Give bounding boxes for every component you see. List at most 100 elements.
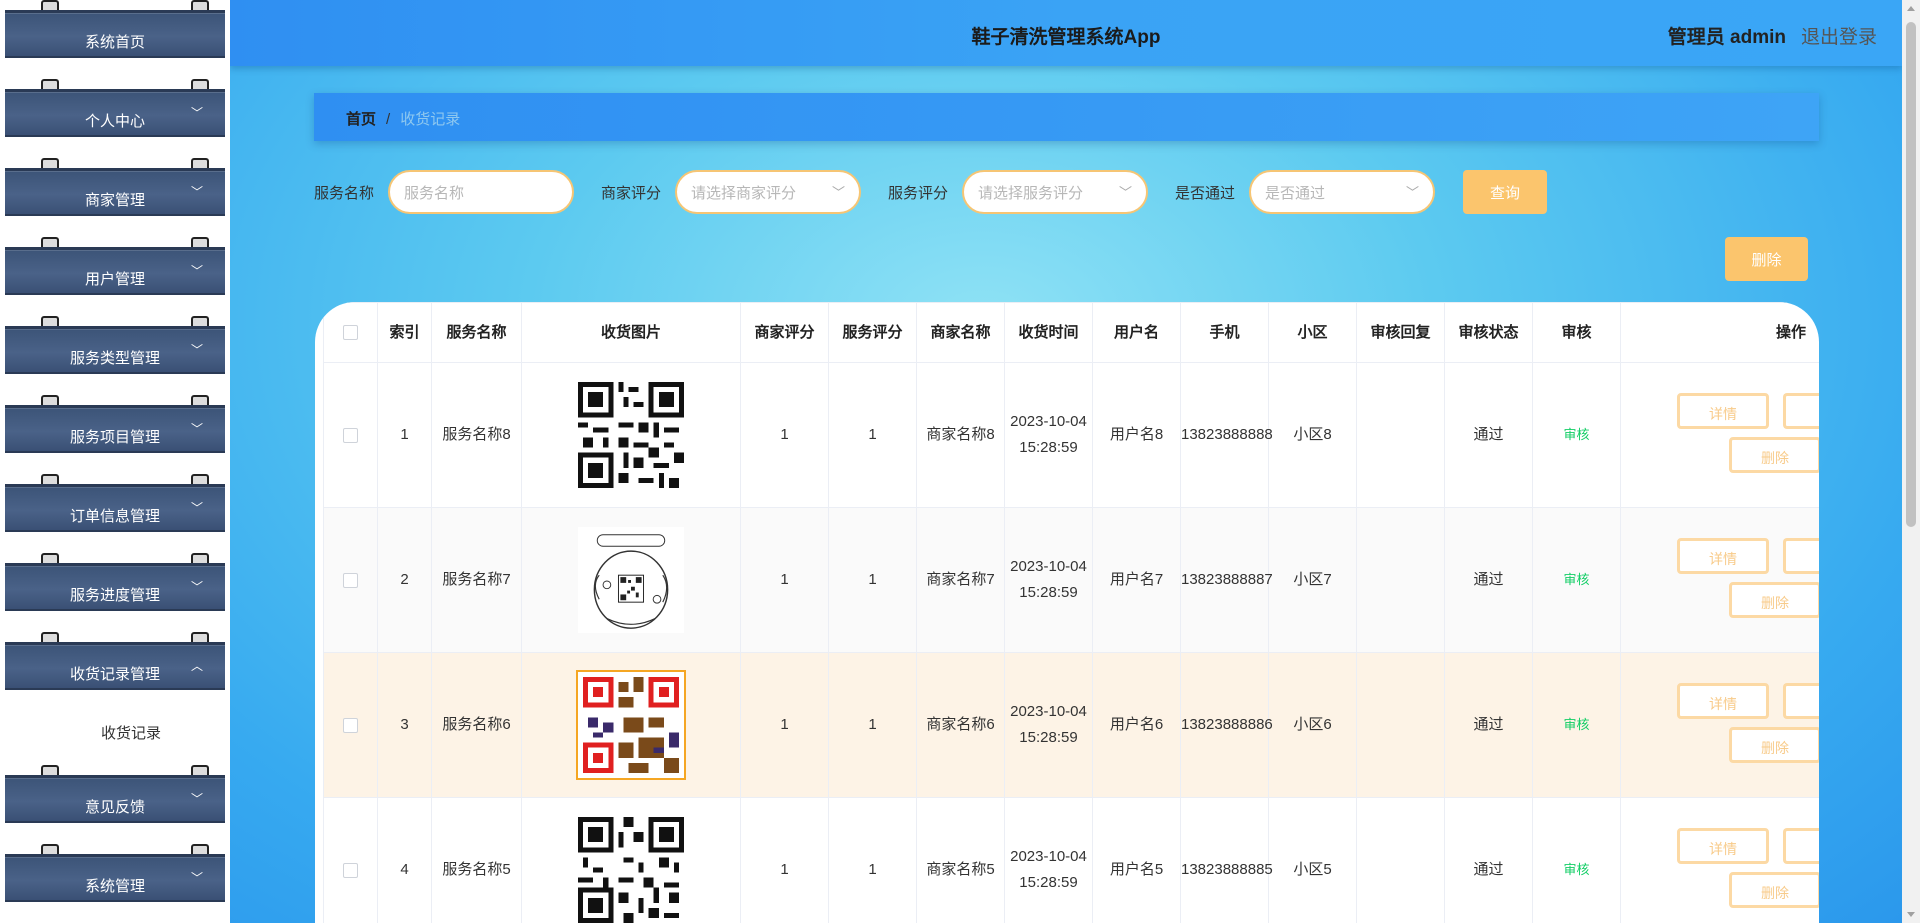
edit-button[interactable] (1783, 683, 1819, 719)
sidebar-item-users[interactable]: 用户管理 ﹀ (5, 237, 225, 297)
sidebar-item-label: 系统首页 (84, 34, 145, 51)
column-header[interactable]: 服务评分 (828, 302, 917, 363)
cell-community: 小区5 (1268, 797, 1357, 923)
table-header-row: 索引 服务名称 收货图片 商家评分 服务评分 商家名称 收货时间 用户名 手机 … (323, 302, 1819, 363)
sidebar-item-receipts[interactable]: 收货记录管理 ︿ (5, 632, 225, 692)
cell-audit: 审核 (1532, 362, 1621, 508)
audit-link[interactable]: 审核 (1563, 572, 1589, 587)
scroll-down-arrow-icon[interactable] (1907, 912, 1915, 917)
detail-button[interactable]: 详情 (1677, 828, 1769, 864)
sidebar-item-service-types[interactable]: 服务类型管理 ﹀ (5, 316, 225, 376)
sidebar-item-merchants[interactable]: 商家管理 ﹀ (5, 158, 225, 218)
row-checkbox[interactable] (343, 427, 358, 443)
edit-button[interactable] (1783, 393, 1819, 429)
cell-phone: 13823888885 (1180, 797, 1273, 923)
sidebar-item-feedback[interactable]: 意见反馈 ﹀ (5, 765, 225, 825)
cell-reply (1356, 797, 1445, 923)
cell-service-rating: 1 (828, 797, 917, 923)
sidebar: 系统首页 个人中心 ﹀ 商家管理 ﹀ 用户管理 ﹀ 服务类型管理 ﹀ 服务项目管理 ﹀ 订… (0, 0, 230, 923)
filter-label-merchant-rating: 商家评分 (601, 185, 662, 202)
colored-qr-icon[interactable] (576, 670, 686, 780)
qr-code-icon[interactable] (578, 382, 684, 488)
select-all-checkbox[interactable] (343, 325, 358, 341)
sidebar-item-home[interactable]: 系统首页 (5, 0, 225, 60)
edit-button[interactable] (1783, 828, 1819, 864)
cell-time: 2023-10-04 15:28:59 (1004, 362, 1093, 508)
column-header[interactable]: 手机 (1180, 302, 1269, 363)
sidebar-item-orders[interactable]: 订单信息管理 ﹀ (5, 474, 225, 534)
illustrated-qr-icon[interactable] (578, 527, 684, 633)
sidebar-item-progress[interactable]: 服务进度管理 ﹀ (5, 553, 225, 613)
detail-button[interactable]: 详情 (1677, 538, 1769, 574)
delete-button[interactable]: 删除 (1729, 727, 1819, 763)
service-name-input[interactable]: 服务名称 (388, 170, 574, 214)
filter-label-service-rating: 服务评分 (888, 185, 949, 202)
column-header[interactable]: 审核 (1532, 302, 1621, 363)
column-header[interactable]: 小区 (1268, 302, 1357, 363)
delete-button[interactable]: 删除 (1729, 582, 1819, 618)
filter-label-service-name: 服务名称 (314, 185, 375, 202)
row-checkbox[interactable] (343, 717, 358, 733)
column-header[interactable]: 索引 (377, 302, 432, 363)
column-header[interactable]: 收货图片 (521, 302, 741, 363)
cell-merchant-name: 商家名称8 (916, 362, 1005, 508)
cell-reply (1356, 362, 1445, 508)
cell-merchant-rating: 1 (740, 507, 829, 653)
chevron-down-icon: ﹀ (190, 106, 203, 120)
cell-actions: 详情 删除 (1620, 362, 1819, 508)
sidebar-item-service-items[interactable]: 服务项目管理 ﹀ (5, 395, 225, 455)
table-row: 2 服务名称7 1 1 商家名称7 2023-10-04 15:28:59 用户… (323, 507, 1819, 653)
edit-button[interactable] (1783, 538, 1819, 574)
column-header[interactable]: 审核回复 (1356, 302, 1445, 363)
scrollbar-thumb[interactable] (1906, 22, 1916, 527)
detail-button[interactable]: 详情 (1677, 393, 1769, 429)
cell-time: 2023-10-04 15:28:59 (1004, 797, 1093, 923)
service-rating-select[interactable]: 请选择服务评分 ﹀ (962, 170, 1148, 214)
cell-actions: 详情 删除 (1620, 797, 1819, 923)
query-button[interactable]: 查询 (1463, 170, 1547, 214)
chevron-up-icon: ︿ (190, 659, 203, 673)
cell-status: 通过 (1444, 507, 1533, 653)
cell-service-name: 服务名称6 (431, 652, 522, 798)
page-scrollbar[interactable] (1902, 0, 1920, 923)
column-header[interactable]: 收货时间 (1004, 302, 1093, 363)
sidebar-item-profile[interactable]: 个人中心 ﹀ (5, 79, 225, 139)
user-label: 管理员 admin (1667, 27, 1786, 48)
chevron-down-icon: ﹀ (190, 580, 203, 594)
chevron-down-icon: ﹀ (190, 792, 203, 806)
column-header[interactable]: 商家名称 (916, 302, 1005, 363)
cell-community: 小区8 (1268, 362, 1357, 508)
chevron-down-icon: ﹀ (1405, 185, 1419, 200)
cell-username: 用户名7 (1092, 507, 1181, 653)
sidebar-subitem-receipt-records[interactable]: 收货记录 (0, 722, 230, 752)
audit-link[interactable]: 审核 (1563, 427, 1589, 442)
approved-select[interactable]: 是否通过 ﹀ (1249, 170, 1435, 214)
detail-button[interactable]: 详情 (1677, 683, 1769, 719)
audit-link[interactable]: 审核 (1563, 862, 1589, 877)
table-row: 1 服务名称8 1 1 商家名称8 2023-10-04 15:28:59 用户… (323, 362, 1819, 508)
cell-phone: 13823888886 (1180, 652, 1273, 798)
column-header[interactable]: 审核状态 (1444, 302, 1533, 363)
logout-link[interactable]: 退出登录 (1801, 22, 1877, 49)
cell-username: 用户名8 (1092, 362, 1181, 508)
cell-index: 4 (377, 797, 432, 923)
delete-button[interactable]: 删除 (1729, 437, 1819, 473)
merchant-rating-select[interactable]: 请选择商家评分 ﹀ (675, 170, 861, 214)
column-header[interactable]: 用户名 (1092, 302, 1181, 363)
breadcrumb-home[interactable]: 首页 (346, 111, 376, 128)
select-all-cell (323, 302, 378, 363)
cell-phone: 13823888888 (1180, 362, 1273, 508)
delete-button[interactable]: 删除 (1729, 872, 1819, 908)
sidebar-item-system[interactable]: 系统管理 ﹀ (5, 844, 225, 904)
qr-code-icon[interactable] (578, 817, 684, 923)
batch-delete-button[interactable]: 删除 (1725, 237, 1808, 281)
records-table: 索引 服务名称 收货图片 商家评分 服务评分 商家名称 收货时间 用户名 手机 … (315, 302, 1819, 923)
chevron-down-icon: ﹀ (1118, 185, 1132, 200)
scroll-up-arrow-icon[interactable] (1907, 6, 1915, 11)
audit-link[interactable]: 审核 (1563, 717, 1589, 732)
row-checkbox[interactable] (343, 862, 358, 878)
column-header[interactable]: 商家评分 (740, 302, 829, 363)
chevron-down-icon: ﹀ (190, 343, 203, 357)
column-header[interactable]: 服务名称 (431, 302, 522, 363)
row-checkbox[interactable] (343, 572, 358, 588)
